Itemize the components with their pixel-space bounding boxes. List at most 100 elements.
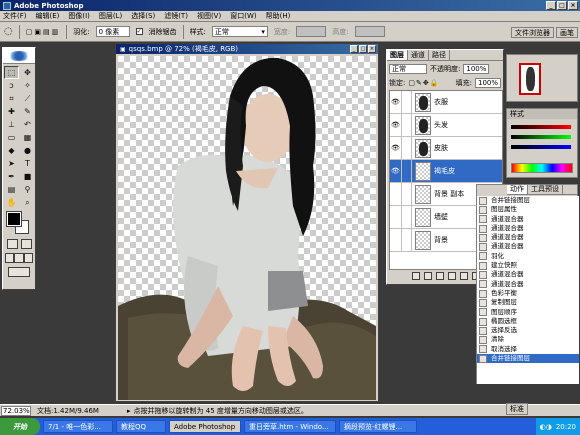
healing-brush-tool-icon[interactable]: ✚: [4, 105, 19, 118]
history-brush-tool-icon[interactable]: ↶: [20, 118, 35, 131]
dodge-tool-icon[interactable]: ●: [20, 144, 35, 157]
tab-channels[interactable]: 通道: [408, 50, 429, 60]
tab-file-browser[interactable]: 文件浏览器: [511, 27, 554, 38]
menu-image[interactable]: 图像(I): [68, 11, 90, 21]
menu-view[interactable]: 视图(V): [197, 11, 221, 21]
history-item[interactable]: 建立快照: [477, 261, 579, 270]
eye-icon[interactable]: 👁: [390, 160, 402, 182]
quick-mask-mode-icon[interactable]: [20, 239, 32, 249]
path-selection-tool-icon[interactable]: ➤: [4, 157, 19, 170]
doc-maximize-button[interactable]: □: [359, 45, 367, 53]
history-item[interactable]: 合并链接图层: [477, 354, 579, 364]
link-slot[interactable]: [402, 229, 412, 251]
history-item[interactable]: 通道混合器: [477, 215, 579, 224]
eye-icon[interactable]: 👁: [390, 137, 402, 159]
menu-window[interactable]: 窗口(W): [230, 11, 256, 21]
navigator-thumbnail[interactable]: [519, 63, 541, 95]
history-item[interactable]: 色彩平衡: [477, 289, 579, 298]
history-item[interactable]: 通道混合器: [477, 224, 579, 233]
doc-size[interactable]: 文档:1.42M/9.46M: [37, 406, 127, 416]
menu-edit[interactable]: 编辑(E): [36, 11, 60, 21]
taskbar-item[interactable]: 重日旁草.htm - Windo...: [244, 420, 336, 433]
zoom-tool-icon[interactable]: ⌕: [20, 196, 35, 209]
opacity-input[interactable]: 100%: [463, 64, 490, 74]
red-slider[interactable]: [511, 125, 571, 129]
blend-mode-select[interactable]: 正常: [389, 64, 427, 74]
tab-tool-presets[interactable]: 工具预设: [528, 185, 563, 194]
screen-mode-standard-icon[interactable]: [5, 253, 15, 263]
brush-slot[interactable]: [402, 160, 412, 182]
crop-tool-icon[interactable]: ⌗: [4, 92, 19, 105]
maximize-button[interactable]: □: [557, 1, 567, 10]
jump-to-imageready-icon[interactable]: [8, 267, 30, 277]
taskbar-item-active[interactable]: Adobe Photoshop: [169, 420, 241, 433]
screen-mode-full-icon[interactable]: [23, 253, 33, 263]
taskbar-item[interactable]: 摘段预览-红螺锂...: [339, 420, 417, 433]
history-item[interactable]: 羽化: [477, 252, 579, 261]
link-slot[interactable]: [402, 91, 412, 113]
feather-input[interactable]: 0 像素: [95, 26, 130, 37]
selection-mode-icons[interactable]: ▢▣▤▥: [26, 28, 60, 36]
zoom-field[interactable]: 72.03%: [1, 405, 31, 416]
image-canvas[interactable]: [118, 56, 376, 400]
taskbar-item[interactable]: 7/1 - 唯一色彩...: [43, 420, 113, 433]
history-item[interactable]: 图层属性: [477, 205, 579, 214]
eyedropper-tool-icon[interactable]: ⚲: [20, 183, 35, 196]
layer-row-selected[interactable]: 👁 褐毛皮: [390, 160, 502, 183]
tab-paths[interactable]: 路径: [429, 50, 450, 60]
lock-icons[interactable]: ▢✎✥🔒: [408, 79, 439, 87]
link-slot[interactable]: [402, 183, 412, 205]
marquee-tool-icon[interactable]: ◌: [4, 26, 13, 37]
notes-tool-icon[interactable]: ▤: [4, 183, 19, 196]
link-slot[interactable]: [402, 114, 412, 136]
type-tool-icon[interactable]: T: [20, 157, 35, 170]
link-slot[interactable]: [402, 137, 412, 159]
green-slider[interactable]: [511, 135, 571, 139]
history-item[interactable]: 椭圆选框: [477, 317, 579, 326]
minimize-button[interactable]: _: [546, 1, 556, 10]
layer-row[interactable]: 👁 皮肤: [390, 137, 502, 160]
slice-tool-icon[interactable]: ⟋: [20, 92, 35, 105]
tab-actions[interactable]: 动作: [507, 185, 528, 194]
history-item[interactable]: 合并链接图层: [477, 196, 579, 205]
eye-icon[interactable]: 👁: [390, 114, 402, 136]
doc-close-button[interactable]: ×: [368, 45, 376, 53]
layer-row[interactable]: 👁 头发: [390, 114, 502, 137]
menu-help[interactable]: 帮助(H): [266, 11, 291, 21]
magic-wand-tool-icon[interactable]: ✧: [20, 79, 35, 92]
fill-input[interactable]: 100%: [474, 78, 501, 88]
pen-tool-icon[interactable]: ✒: [4, 170, 19, 183]
tab-brushes[interactable]: 画笔: [556, 27, 578, 38]
close-button[interactable]: ×: [568, 1, 578, 10]
foreground-color-swatch[interactable]: [6, 211, 22, 227]
add-mask-icon[interactable]: [424, 272, 432, 280]
history-item[interactable]: 取消选择: [477, 345, 579, 354]
layer-style-icon[interactable]: [412, 272, 420, 280]
taskbar-item[interactable]: 教程QQ: [116, 420, 166, 433]
history-item[interactable]: 通道混合器: [477, 270, 579, 280]
gradient-tool-icon[interactable]: ▦: [20, 131, 35, 144]
eraser-tool-icon[interactable]: ▭: [4, 131, 19, 144]
hand-tool-icon[interactable]: ✋: [4, 196, 19, 209]
document-titlebar[interactable]: ▣ qsqs.bmp @ 72% (褐毛皮, RGB) _ □ ×: [116, 44, 378, 54]
new-layer-icon[interactable]: [460, 272, 468, 280]
new-set-icon[interactable]: [436, 272, 444, 280]
history-item[interactable]: 图层顺序: [477, 308, 579, 317]
history-item[interactable]: 复制图层: [477, 298, 579, 307]
clone-stamp-tool-icon[interactable]: ⊥: [4, 118, 19, 131]
shape-tool-icon[interactable]: ■: [20, 170, 35, 183]
eye-icon[interactable]: 👁: [390, 91, 402, 113]
antialias-checkbox[interactable]: ✓: [135, 28, 143, 35]
history-item[interactable]: 通道混合器: [477, 242, 579, 252]
screen-mode-full-menu-icon[interactable]: [14, 253, 24, 263]
adjustment-layer-icon[interactable]: [448, 272, 456, 280]
blur-tool-icon[interactable]: ◆: [4, 144, 19, 157]
history-item[interactable]: 清除: [477, 335, 579, 345]
eye-slot[interactable]: [390, 206, 402, 228]
standard-mode-icon[interactable]: [6, 239, 18, 249]
tray-icons[interactable]: ◐◑: [540, 423, 552, 431]
menu-select[interactable]: 选择(S): [131, 11, 155, 21]
toolbox-header[interactable]: [3, 48, 35, 64]
blue-slider[interactable]: [511, 145, 571, 149]
layer-row[interactable]: 👁 衣服: [390, 91, 502, 114]
